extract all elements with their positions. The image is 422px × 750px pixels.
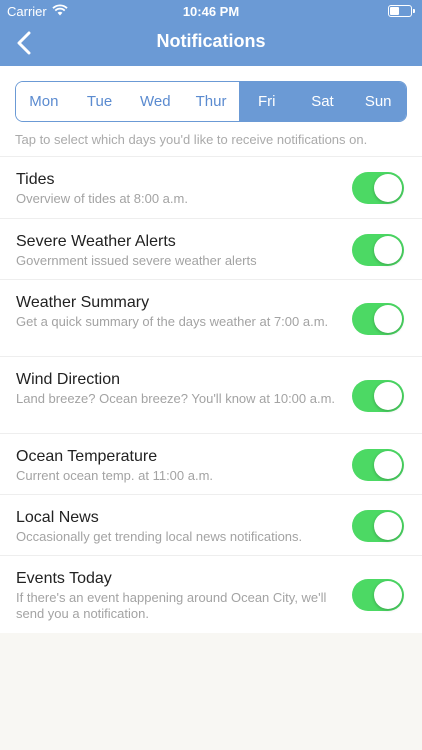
setting-title: Events Today [16, 570, 112, 587]
setting-title: Local News [16, 509, 99, 526]
day-mon[interactable]: Mon [16, 82, 72, 121]
day-sun[interactable]: Sun [350, 82, 406, 121]
toggle-knob [374, 581, 402, 609]
toggle-knob [374, 236, 402, 264]
status-bar: Carrier 10:46 PM [0, 0, 422, 22]
day-thur[interactable]: Thur [183, 82, 239, 121]
notifications-content: Mon Tue Wed Thur Fri Sat Sun Tap to select whi… [0, 66, 422, 633]
day-wed[interactable]: Wed [127, 82, 184, 121]
setting-title: Ocean Temperature [16, 448, 158, 465]
battery-icon [388, 5, 415, 17]
setting-toggle[interactable] [352, 172, 404, 204]
setting-toggle[interactable] [352, 579, 404, 611]
day-selector: Mon Tue Wed Thur Fri Sat Sun [15, 81, 407, 122]
setting-description: Government issued severe weather alerts [16, 253, 257, 268]
setting-description: Get a quick summary of the days weather … [16, 314, 329, 329]
page-title: Notifications [156, 31, 266, 51]
day-selector-hint: Tap to select which days you'd like to r… [15, 132, 368, 147]
setting-toggle[interactable] [352, 510, 404, 542]
setting-toggle[interactable] [352, 380, 404, 412]
navigation-header: Carrier 10:46 PM Notifications [0, 0, 422, 66]
setting-description: If there's an event happening around Oce… [16, 590, 327, 621]
status-time: 10:46 PM [182, 4, 240, 19]
toggle-knob [374, 451, 402, 479]
setting-toggle[interactable] [352, 234, 404, 266]
day-sat[interactable]: Sat [294, 82, 351, 121]
setting-description: Occasionally get trending local news not… [16, 529, 303, 544]
setting-title: Tides [16, 171, 55, 188]
setting-title: Weather Summary [16, 294, 150, 311]
setting-row: Weather Summary Get a quick summary of th… [0, 279, 422, 356]
setting-title: Wind Direction [16, 371, 121, 388]
setting-row: Local News Occasionally get trending loca… [0, 494, 422, 555]
setting-toggle[interactable] [352, 303, 404, 335]
setting-description: Current ocean temp. at 11:00 a.m. [16, 468, 214, 483]
setting-row: Events Today If there's an event happenin… [0, 555, 422, 632]
day-fri[interactable]: Fri [238, 82, 295, 121]
toggle-knob [374, 305, 402, 333]
toggle-knob [374, 174, 402, 202]
setting-description: Overview of tides at 8:00 a.m. [16, 191, 188, 206]
day-tue[interactable]: Tue [71, 82, 128, 121]
setting-row: Wind Direction Land breeze? Ocean breeze?… [0, 356, 422, 433]
setting-row: Severe Weather Alerts Government issued s… [0, 218, 422, 279]
setting-title: Severe Weather Alerts [16, 233, 176, 250]
setting-row: Ocean Temperature Current ocean temp. at … [0, 433, 422, 494]
toggle-knob [374, 512, 402, 540]
setting-row: Tides Overview of tides at 8:00 a.m. [0, 156, 422, 218]
setting-toggle[interactable] [352, 449, 404, 481]
setting-description: Land breeze? Ocean breeze? You'll know a… [16, 391, 336, 406]
toggle-knob [374, 382, 402, 410]
settings-list: Tides Overview of tides at 8:00 a.m. Sever… [0, 156, 422, 632]
